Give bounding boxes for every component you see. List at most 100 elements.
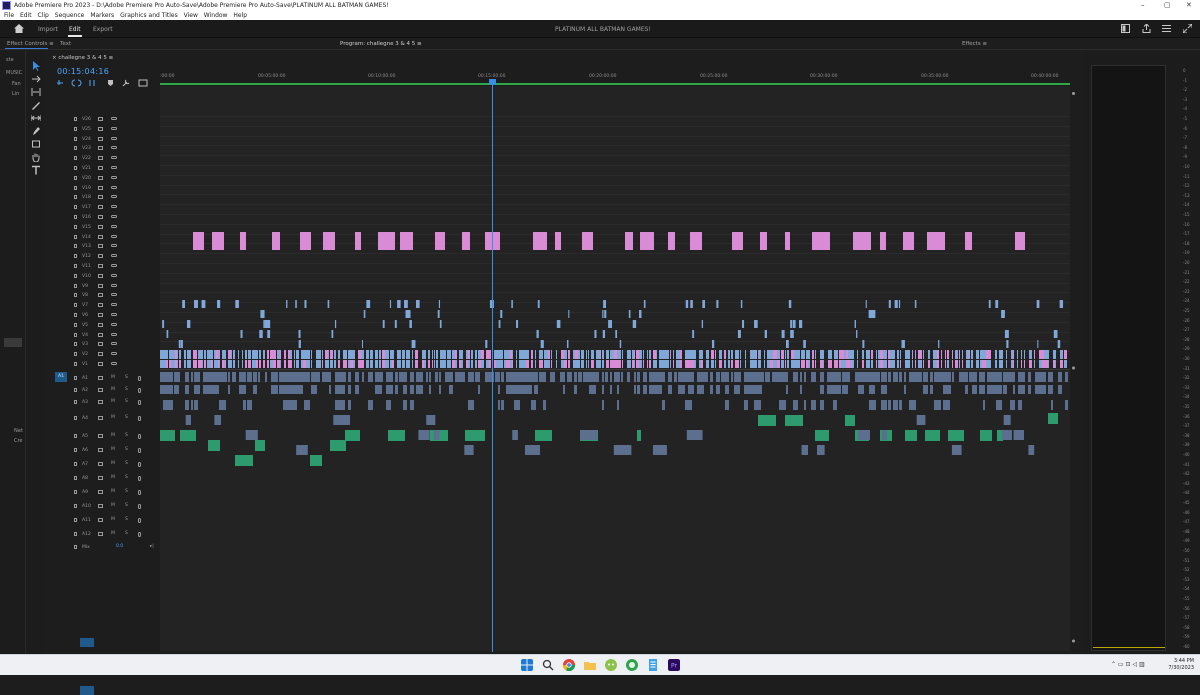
eye-icon[interactable] <box>111 313 117 316</box>
track-name[interactable]: V11 <box>82 264 91 269</box>
sync-lock-icon[interactable] <box>98 362 103 366</box>
track-name[interactable]: V24 <box>82 137 91 142</box>
eye-icon[interactable] <box>111 185 117 189</box>
timeline-vertical-scrollbar[interactable] <box>1072 92 1075 643</box>
sync-lock-icon[interactable] <box>98 185 103 190</box>
track-name[interactable]: V20 <box>82 176 91 181</box>
track-name[interactable]: A1 <box>82 376 88 381</box>
track-lock-icon[interactable] <box>74 303 77 308</box>
sync-lock-icon[interactable] <box>98 273 103 278</box>
track-target-highlight[interactable] <box>80 686 94 695</box>
track-lock-icon[interactable] <box>74 416 77 420</box>
sync-lock-icon[interactable] <box>98 136 103 141</box>
eye-icon[interactable] <box>111 244 117 248</box>
eye-icon[interactable] <box>111 303 117 307</box>
mute-button[interactable]: M <box>111 517 115 522</box>
track-name[interactable]: A11 <box>82 518 91 523</box>
eye-icon[interactable] <box>111 205 117 209</box>
track-name[interactable]: A9 <box>82 490 88 495</box>
sync-lock-icon[interactable] <box>98 376 103 380</box>
mute-button[interactable]: M <box>111 447 115 452</box>
mute-button[interactable]: M <box>111 433 115 438</box>
search-icon[interactable] <box>542 659 554 671</box>
microphone-icon[interactable] <box>138 448 141 453</box>
video-audio-divider[interactable] <box>160 369 1070 370</box>
mute-button[interactable]: M <box>111 489 115 494</box>
track-name[interactable]: A6 <box>82 448 88 453</box>
eye-icon[interactable] <box>111 352 117 356</box>
captions-icon[interactable] <box>138 79 148 87</box>
track-lock-icon[interactable] <box>74 476 77 480</box>
eye-icon[interactable] <box>111 273 117 277</box>
track-name[interactable]: V26 <box>82 117 91 122</box>
menu-markers[interactable]: Markers <box>90 11 114 20</box>
track-target-highlight[interactable] <box>80 638 94 647</box>
tab-source-label[interactable]: Effect Controls ≡ <box>7 41 54 47</box>
sync-lock-icon[interactable] <box>98 175 103 180</box>
microphone-icon[interactable] <box>138 504 141 509</box>
microphone-icon[interactable] <box>138 434 141 439</box>
sync-lock-icon[interactable] <box>98 490 103 494</box>
eye-icon[interactable] <box>111 264 117 267</box>
solo-button[interactable]: S <box>125 375 128 380</box>
mix-volume[interactable]: 0.0 <box>116 544 123 549</box>
microphone-icon[interactable] <box>138 490 141 495</box>
track-lock-icon[interactable] <box>74 352 77 357</box>
microphone-icon[interactable] <box>138 376 141 381</box>
solo-button[interactable]: S <box>125 387 128 392</box>
track-lock-icon[interactable] <box>74 166 77 170</box>
track-lock-icon[interactable] <box>74 215 77 219</box>
track-lock-icon[interactable] <box>74 504 77 508</box>
track-lock-icon[interactable] <box>74 205 77 210</box>
system-clock[interactable]: 3:44 PM 7/30/2023 <box>1164 658 1194 672</box>
playhead-timecode[interactable]: 00:15:04:16 <box>57 67 109 76</box>
time-ruler[interactable]: :00:00 00:05:00:00 00:10:00:00 00:15:00:… <box>160 72 1070 85</box>
track-lock-icon[interactable] <box>74 400 77 404</box>
sync-lock-icon[interactable] <box>98 303 103 308</box>
eye-icon[interactable] <box>111 175 117 179</box>
sync-lock-icon[interactable] <box>98 342 103 347</box>
eye-icon[interactable] <box>111 293 117 297</box>
menu-window[interactable]: Window <box>204 11 228 20</box>
sync-lock-icon[interactable] <box>98 388 103 392</box>
sync-lock-icon[interactable] <box>98 254 103 259</box>
tab-menu-icon[interactable]: ≡ <box>49 41 54 47</box>
track-lock-icon[interactable] <box>74 175 77 180</box>
track-name[interactable]: V14 <box>82 235 91 240</box>
effects-panel-tab[interactable]: Effects ≡ <box>962 41 987 47</box>
razor-tool-icon[interactable] <box>31 100 41 110</box>
sync-lock-icon[interactable] <box>98 126 103 131</box>
sync-lock-icon[interactable] <box>98 195 103 200</box>
track-lock-icon[interactable] <box>74 273 77 278</box>
track-lock-icon[interactable] <box>74 322 77 327</box>
share-icon[interactable] <box>1142 24 1151 33</box>
sync-lock-icon[interactable] <box>98 293 103 298</box>
eye-icon[interactable] <box>111 166 117 169</box>
track-name[interactable]: A4 <box>82 416 88 421</box>
solo-button[interactable]: S <box>125 461 128 466</box>
ripple-edit-tool-icon[interactable] <box>31 87 41 97</box>
track-name[interactable]: A10 <box>82 504 91 509</box>
track-lock-icon[interactable] <box>74 332 77 337</box>
microphone-icon[interactable] <box>138 388 141 393</box>
track-lock-icon[interactable] <box>74 264 77 268</box>
eye-icon[interactable] <box>111 156 117 160</box>
track-lock-icon[interactable] <box>74 283 77 288</box>
sequence-name[interactable]: challegne 3 & 4 5 <box>58 55 106 61</box>
track-lock-icon[interactable] <box>74 136 77 141</box>
track-name[interactable]: V17 <box>82 205 91 210</box>
mix-end-icon[interactable]: ▸| <box>150 544 154 549</box>
menu-view[interactable]: View <box>184 11 198 20</box>
sync-lock-icon[interactable] <box>98 434 103 438</box>
track-name[interactable]: V4 <box>82 333 88 338</box>
rectangle-tool-icon[interactable] <box>31 139 41 149</box>
track-name[interactable]: V18 <box>82 195 91 200</box>
eye-icon[interactable] <box>111 332 117 336</box>
solo-button[interactable]: S <box>125 531 128 536</box>
sync-lock-icon[interactable] <box>98 244 103 249</box>
sync-lock-icon[interactable] <box>98 146 103 151</box>
tab-export[interactable]: Export <box>93 26 113 33</box>
sync-lock-icon[interactable] <box>98 532 103 536</box>
track-lock-icon[interactable] <box>74 342 77 347</box>
track-name[interactable]: V15 <box>82 225 91 230</box>
